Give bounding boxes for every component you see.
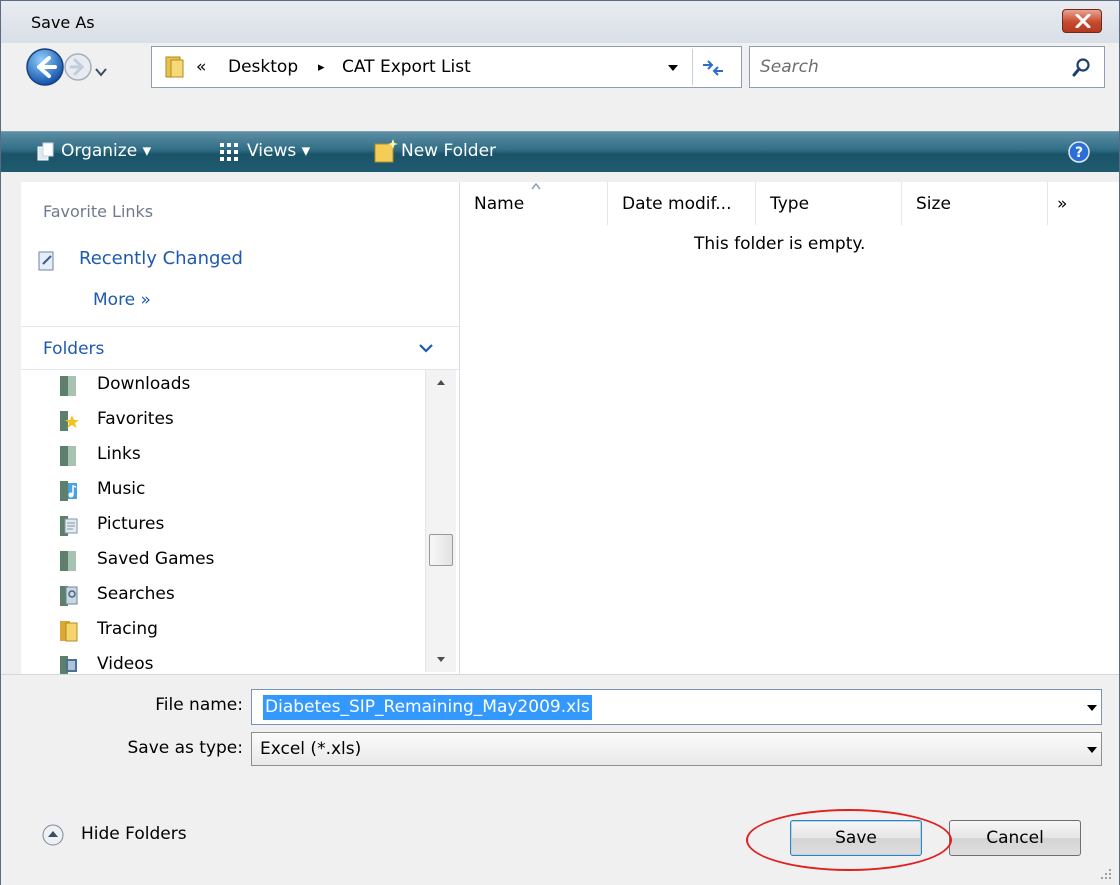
folder-item-downloads[interactable]: Downloads	[57, 370, 417, 402]
scroll-down-button[interactable]	[426, 646, 456, 672]
folder-item-videos[interactable]: Videos	[57, 650, 417, 674]
search-box[interactable]: Search	[749, 46, 1105, 88]
organize-icon	[37, 142, 54, 161]
svg-text:?: ?	[1075, 145, 1083, 161]
sort-ascending-icon	[531, 182, 541, 190]
breadcrumb-overflow[interactable]: «	[196, 57, 206, 77]
pictures-icon	[60, 516, 78, 536]
arrow-up-icon	[437, 380, 445, 385]
more-columns-button[interactable]: »	[1057, 194, 1067, 214]
file-list-pane[interactable]: Name Date modif... Type Size » This fold…	[460, 182, 1119, 674]
breadcrumb-desktop[interactable]: Desktop	[228, 57, 298, 77]
refresh-icon	[703, 60, 723, 76]
chevron-down-icon[interactable]	[1086, 704, 1098, 712]
save-form: File name: Diabetes_SIP_Remaining_May200…	[1, 674, 1119, 885]
column-header-name[interactable]: Name	[460, 182, 608, 225]
folders-header[interactable]: Folders	[21, 326, 459, 370]
folder-icon	[60, 551, 76, 571]
forward-arrow-icon	[64, 53, 92, 81]
folder-icon	[60, 376, 76, 396]
annotation-highlight-circle	[746, 809, 952, 871]
title-bar[interactable]: Save As	[1, 1, 1119, 43]
views-menu[interactable]: Views ▾	[247, 141, 310, 161]
chevron-down-icon	[419, 344, 433, 353]
folder-icon	[165, 56, 184, 78]
recently-changed-icon	[38, 251, 54, 271]
folder-tree-scrollbar[interactable]	[425, 370, 456, 672]
organize-menu[interactable]: Organize ▾	[61, 141, 151, 161]
resize-grip-icon[interactable]	[1097, 865, 1113, 881]
save-as-type-select[interactable]: Excel (*.xls)	[251, 732, 1102, 766]
forward-button[interactable]	[63, 52, 93, 82]
music-note-icon	[60, 481, 77, 501]
help-icon[interactable]: ?	[1068, 141, 1090, 163]
save-as-type-label: Save as type:	[127, 738, 243, 758]
navigation-bar: « Desktop ▸ CAT Export List Search	[1, 43, 1119, 93]
collapse-up-icon	[42, 824, 64, 846]
chevron-down-icon	[95, 68, 107, 77]
address-bar[interactable]: « Desktop ▸ CAT Export List	[151, 46, 742, 88]
refresh-button[interactable]	[692, 49, 733, 85]
window-title: Save As	[31, 13, 95, 32]
folder-tree: Downloads Favorites Links Music Pictures…	[21, 370, 425, 674]
save-as-dialog: Save As « Desktop ▸ CAT Export List Sear…	[0, 0, 1120, 885]
hide-folders-toggle[interactable]: Hide Folders	[41, 823, 187, 851]
folder-item-links[interactable]: Links	[57, 440, 417, 472]
folder-item-music[interactable]: Music	[57, 475, 417, 507]
close-icon	[1075, 14, 1091, 28]
favorites-star-icon	[60, 411, 79, 431]
column-header-size[interactable]: Size	[902, 182, 1048, 225]
history-dropdown[interactable]	[94, 62, 108, 81]
search-icon[interactable]	[1072, 57, 1092, 77]
breadcrumb-separator[interactable]: ▸	[318, 60, 325, 75]
file-name-value[interactable]: Diabetes_SIP_Remaining_May2009.xls	[263, 695, 592, 720]
folder-item-favorites[interactable]: Favorites	[57, 405, 417, 437]
folder-item-pictures[interactable]: Pictures	[57, 510, 417, 542]
new-folder-button[interactable]: New Folder	[401, 141, 496, 161]
search-input[interactable]: Search	[760, 57, 819, 77]
searches-icon	[60, 586, 78, 606]
empty-folder-message: This folder is empty.	[694, 234, 866, 254]
command-toolbar: Organize ▾ Views ▾ New Folder ?	[1, 131, 1119, 172]
address-dropdown-icon[interactable]	[667, 64, 679, 72]
cancel-button[interactable]: Cancel	[949, 820, 1081, 856]
favorite-links-title: Favorite Links	[43, 202, 154, 221]
new-folder-icon	[374, 139, 398, 163]
favorite-link-recently-changed[interactable]: Recently Changed	[79, 248, 243, 269]
back-arrow-icon	[26, 48, 64, 86]
hide-folders-label: Hide Folders	[81, 824, 187, 844]
scroll-up-button[interactable]	[426, 370, 456, 396]
folders-title: Folders	[43, 339, 105, 359]
views-icon	[220, 143, 238, 161]
favorite-links-more[interactable]: More »	[93, 290, 151, 310]
file-name-label: File name:	[155, 695, 243, 715]
folder-item-saved-games[interactable]: Saved Games	[57, 545, 417, 577]
videos-icon	[60, 656, 77, 674]
folder-icon	[60, 621, 78, 642]
breadcrumb-cat-export-list[interactable]: CAT Export List	[342, 57, 471, 77]
close-button[interactable]	[1062, 9, 1102, 33]
column-header-date-modified[interactable]: Date modif...	[608, 182, 756, 225]
arrow-down-icon	[437, 657, 445, 662]
folder-item-tracing[interactable]: Tracing	[57, 615, 417, 647]
folder-icon	[60, 446, 76, 466]
navigation-pane: Favorite Links Recently Changed More » F…	[21, 182, 460, 674]
scroll-thumb[interactable]	[429, 534, 453, 566]
save-as-type-value: Excel (*.xls)	[260, 739, 362, 759]
folder-item-searches[interactable]: Searches	[57, 580, 417, 612]
chevron-down-icon	[1087, 747, 1097, 753]
column-header-type[interactable]: Type	[756, 182, 902, 225]
file-name-field[interactable]: Diabetes_SIP_Remaining_May2009.xls	[251, 689, 1102, 725]
back-button[interactable]	[25, 47, 65, 87]
